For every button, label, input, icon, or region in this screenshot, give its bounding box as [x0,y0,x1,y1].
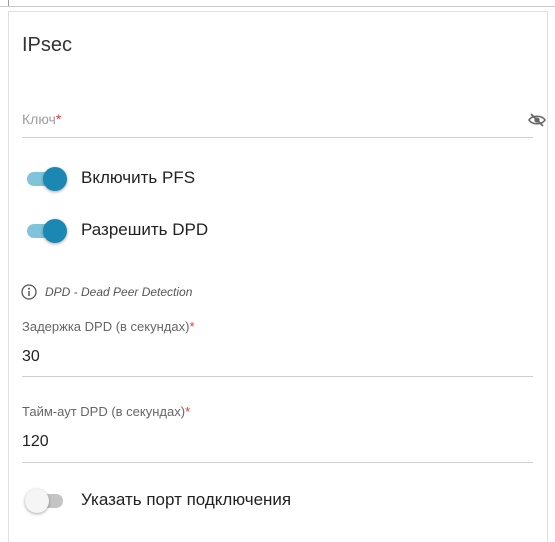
connection-port-toggle[interactable] [25,489,67,513]
dpd-delay-input[interactable]: 30 [22,348,40,366]
connection-port-label: Указать порт подключения [81,490,292,509]
dpd-delay-label: Задержка DPD (в секундах)* [22,319,195,334]
info-icon [21,284,37,300]
top-divider [0,6,555,7]
key-underline [22,137,533,138]
dpd-timeout-label: Тайм-аут DPD (в секундах)* [22,404,191,419]
connection-port-toggle-knob [25,489,49,513]
required-mark: * [55,111,62,127]
dpd-label: Разрешить DPD [81,220,209,239]
dpd-toggle-knob [43,219,67,243]
dpd-info-text: DPD - Dead Peer Detection [45,285,193,299]
dpd-delay-underline [22,376,533,377]
key-input[interactable]: Ключ* [22,111,61,127]
section-title: IPsec [22,34,73,56]
key-label: Ключ [22,111,56,127]
dpd-timeout-underline [22,462,533,463]
dpd-toggle[interactable] [27,219,67,243]
ipsec-panel: IPsec Ключ* Включить PFS Разрешить DPD D… [8,11,548,542]
pfs-label: Включить PFS [81,168,196,187]
required-mark: * [189,319,195,334]
pfs-toggle-knob [43,167,67,191]
required-mark: * [185,404,191,419]
pfs-toggle[interactable] [27,167,67,191]
eye-off-icon[interactable] [528,113,546,127]
dpd-timeout-input[interactable]: 120 [22,433,49,451]
